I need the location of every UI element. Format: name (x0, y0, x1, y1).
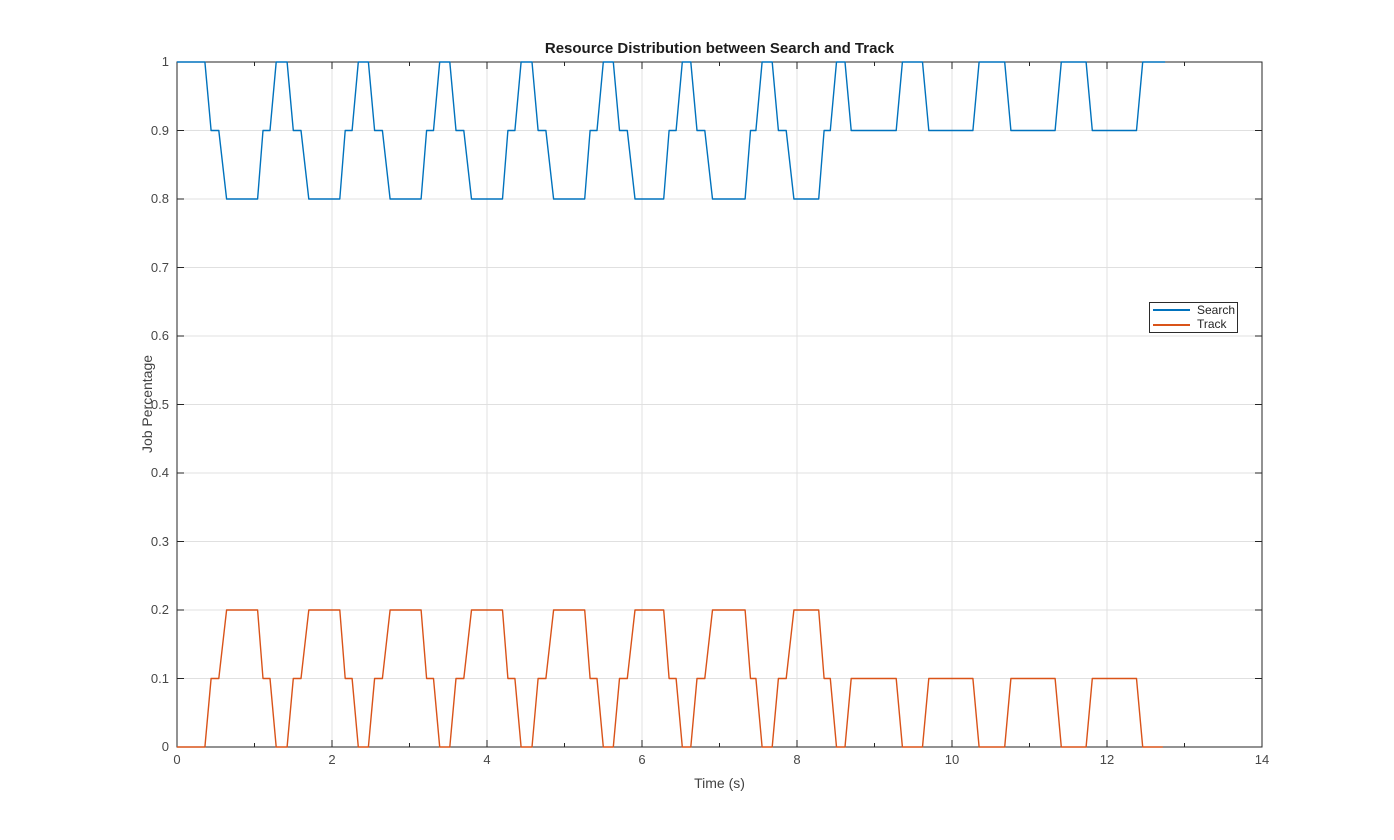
legend-item-search: Search (1150, 303, 1237, 317)
y-tick-label: 0 (109, 739, 169, 755)
y-tick-label: 0.8 (109, 191, 169, 207)
legend-label-track: Track (1197, 318, 1227, 331)
x-tick-label: 14 (1237, 752, 1287, 768)
legend-item-track: Track (1150, 318, 1237, 332)
y-tick-label: 0.2 (109, 602, 169, 618)
x-tick-label: 8 (772, 752, 822, 768)
x-axis-label: Time (s) (177, 775, 1262, 791)
x-tick-label: 12 (1082, 752, 1132, 768)
x-tick-label: 6 (617, 752, 667, 768)
y-tick-label: 0.1 (109, 671, 169, 687)
x-tick-label: 10 (927, 752, 977, 768)
y-tick-label: 1 (109, 54, 169, 70)
y-tick-label: 0.6 (109, 328, 169, 344)
y-tick-label: 0.4 (109, 465, 169, 481)
legend-label-search: Search (1197, 304, 1235, 317)
y-tick-label: 0.3 (109, 534, 169, 550)
x-tick-label: 4 (462, 752, 512, 768)
chart-title: Resource Distribution between Search and… (177, 40, 1262, 57)
y-tick-label: 0.9 (109, 123, 169, 139)
y-axis-label: Job Percentage (139, 355, 155, 453)
legend: Search Track (1149, 302, 1238, 333)
y-tick-label: 0.7 (109, 260, 169, 276)
x-tick-label: 2 (307, 752, 357, 768)
track-line-swatch (1153, 324, 1190, 326)
figure-canvas: Resource Distribution between Search and… (0, 0, 1394, 840)
plot-area (0, 0, 1394, 840)
search-line-swatch (1153, 309, 1190, 311)
